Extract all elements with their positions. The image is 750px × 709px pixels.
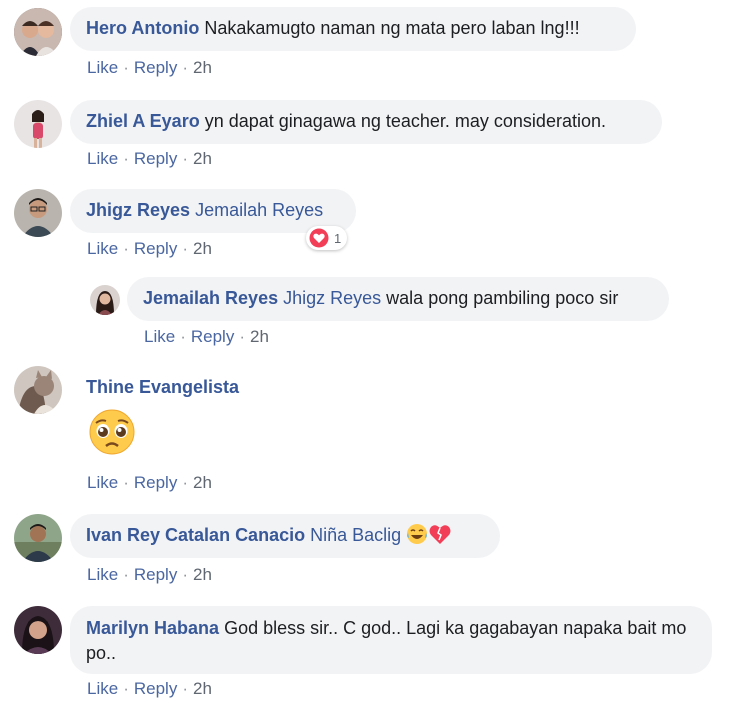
crying-laughing-face-icon <box>406 523 428 552</box>
comment-actions: Like · Reply · 2h <box>87 565 212 584</box>
comment-actions: Like · Reply · 2h <box>87 149 212 168</box>
avatar[interactable] <box>14 606 62 654</box>
comment-text: yn dapat ginagawa ng teacher. may consid… <box>204 111 606 131</box>
comment-text: wala pong pambiling poco sir <box>386 288 619 308</box>
like-link[interactable]: Like <box>87 473 118 492</box>
avatar[interactable] <box>90 285 120 315</box>
comment-actions: Like · Reply · 2h <box>144 327 269 346</box>
reply-link[interactable]: Reply <box>134 565 177 584</box>
like-link[interactable]: Like <box>144 327 175 346</box>
timestamp[interactable]: 2h <box>193 239 212 258</box>
comment-author[interactable]: Hero Antonio <box>86 18 199 38</box>
like-link[interactable]: Like <box>87 239 118 258</box>
timestamp[interactable]: 2h <box>193 149 212 168</box>
comment-actions: Like · Reply · 2h <box>87 679 212 698</box>
avatar[interactable] <box>14 514 62 562</box>
like-link[interactable]: Like <box>87 565 118 584</box>
like-link[interactable]: Like <box>87 679 118 698</box>
reply-link[interactable]: Reply <box>134 239 177 258</box>
like-link[interactable]: Like <box>87 149 118 168</box>
comment-author[interactable]: Ivan Rey Catalan Canacio <box>86 525 305 545</box>
love-reaction-icon <box>309 228 329 248</box>
comment-bubble: Hero Antonio Nakakamugto naman ng mata p… <box>70 7 636 51</box>
avatar[interactable] <box>14 366 62 414</box>
comment-bubble: Ivan Rey Catalan Canacio Niña Baclig <box>70 514 500 558</box>
comment-author[interactable]: Thine Evangelista <box>86 377 239 397</box>
like-link[interactable]: Like <box>87 58 118 77</box>
comment-author[interactable]: Jemailah Reyes <box>143 288 278 308</box>
comment-author[interactable]: Jhigz Reyes <box>86 200 190 220</box>
reaction-count: 1 <box>334 230 342 246</box>
comment-author[interactable]: Marilyn Habana <box>86 618 219 638</box>
mention-link[interactable]: Jhigz Reyes <box>283 288 381 308</box>
mention-link[interactable]: Niña Baclig <box>310 525 401 545</box>
avatar[interactable] <box>14 189 62 237</box>
comment-bubble: Thine Evangelista <box>70 366 256 410</box>
comment-bubble: Marilyn Habana God bless sir.. C god.. L… <box>70 606 712 674</box>
comment-text: Nakakamugto naman ng mata pero laban lng… <box>204 18 580 38</box>
avatar[interactable] <box>14 100 62 148</box>
comment-bubble: Zhiel A Eyaro yn dapat ginagawa ng teach… <box>70 100 662 144</box>
comment-bubble: Jemailah Reyes Jhigz Reyes wala pong pam… <box>127 277 669 321</box>
comment-actions: Like · Reply · 2h <box>87 473 212 492</box>
reply-link[interactable]: Reply <box>134 58 177 77</box>
avatar[interactable] <box>14 8 62 56</box>
reply-link[interactable]: Reply <box>134 679 177 698</box>
broken-heart-icon <box>428 523 452 552</box>
mention-link[interactable]: Jemailah Reyes <box>195 200 323 220</box>
timestamp[interactable]: 2h <box>193 58 212 77</box>
reply-link[interactable]: Reply <box>134 473 177 492</box>
reaction-count-badge[interactable]: 1 <box>306 226 348 250</box>
pleading-face-icon <box>88 408 136 461</box>
timestamp[interactable]: 2h <box>250 327 269 346</box>
comment-actions: Like · Reply · 2h <box>87 239 212 258</box>
comment-author[interactable]: Zhiel A Eyaro <box>86 111 200 131</box>
timestamp[interactable]: 2h <box>193 473 212 492</box>
timestamp[interactable]: 2h <box>193 565 212 584</box>
timestamp[interactable]: 2h <box>193 679 212 698</box>
reply-link[interactable]: Reply <box>191 327 234 346</box>
reply-link[interactable]: Reply <box>134 149 177 168</box>
comment-actions: Like · Reply · 2h <box>87 58 212 77</box>
